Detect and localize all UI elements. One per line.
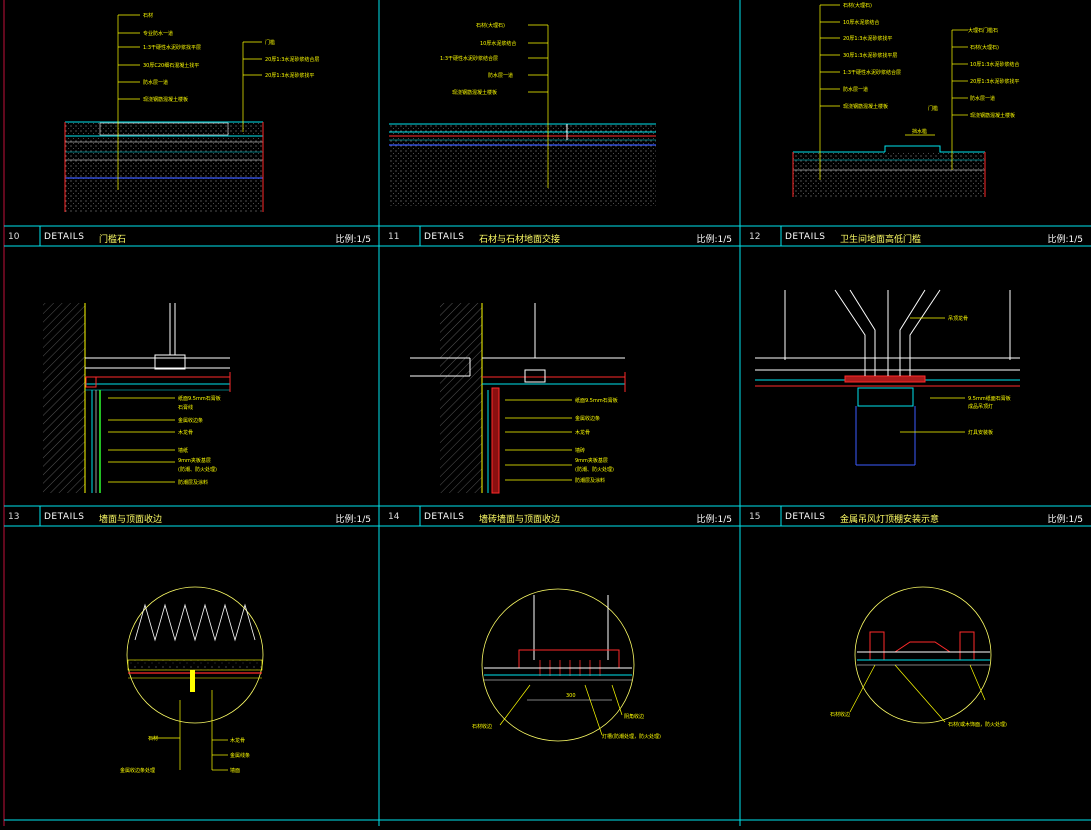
note: 现浇钢筋混凝土楼板 — [843, 103, 888, 110]
circle-detail-14 — [481, 588, 635, 742]
note: 金属线条 — [230, 752, 250, 759]
note: 防潮层及涂料 — [575, 477, 605, 484]
note: 9mm夹板基层 — [178, 457, 211, 464]
note: 金属收边条处理 — [120, 767, 155, 774]
detail-scale: 比例:1/5 — [1047, 235, 1083, 245]
detail-12-section — [792, 4, 986, 197]
note: 墙纸 — [178, 447, 188, 454]
detail-label: DETAILS — [44, 232, 85, 242]
note: 石膏线 — [178, 404, 193, 411]
note: 20厚1:3水泥砂浆找平 — [265, 72, 314, 79]
detail-label: DETAILS — [785, 232, 826, 242]
cad-canvas: 石材 专业防水一道 1:3干硬性水泥砂浆找平层 30厚C20细石混凝土找平 防水… — [3, 0, 1091, 826]
note: 墙面 — [230, 767, 240, 774]
note: 石材(或木饰面，防火处理) — [948, 721, 1007, 728]
note: 木龙骨 — [575, 429, 590, 436]
note: 防水层一道 — [143, 79, 168, 86]
detail-label: DETAILS — [424, 512, 465, 522]
detail-11-section — [389, 24, 656, 206]
note: 防水层一道 — [488, 72, 513, 79]
detail-number: 10 — [8, 232, 20, 242]
note: 灯具安装板 — [968, 429, 993, 436]
detail-name: 门槛石 — [99, 235, 127, 245]
note: 灯槽(防潮处理，防火处理) — [602, 733, 661, 740]
note: 9.5mm纸面石膏板 — [968, 395, 1011, 402]
detail-title-bar-14: 14 DETAILS 墙砖墙面与顶面收边 比例:1/5 — [384, 507, 740, 527]
note: (防潮、防火处理) — [575, 466, 614, 473]
note: 防潮层及涂料 — [178, 479, 208, 486]
dimension-300: 300 — [566, 693, 576, 699]
note: 石材 — [143, 12, 153, 19]
note: 挡水槛 — [912, 128, 927, 135]
detail-number: 14 — [388, 512, 400, 522]
detail-title-bar-11: 11 DETAILS 石材与石材地面交接 比例:1/5 — [384, 227, 740, 247]
note: 木龙骨 — [178, 429, 193, 436]
detail-scale: 比例:1/5 — [335, 515, 371, 525]
note: 10厚水泥浆结合 — [480, 40, 516, 47]
note: 现浇钢筋混凝土楼板 — [143, 96, 188, 103]
detail-label: DETAILS — [424, 232, 465, 242]
note: 20厚1:3水泥砂浆结合层 — [265, 56, 319, 63]
detail-title-bar-13: 13 DETAILS 墙面与顶面收边 比例:1/5 — [4, 507, 379, 527]
note: 1:3干硬性水泥砂浆结合层 — [440, 55, 498, 62]
detail-label: DETAILS — [785, 512, 826, 522]
detail-name: 墙砖墙面与顶面收边 — [479, 515, 561, 525]
note: 石材(大理石) — [970, 44, 999, 51]
detail-number: 12 — [749, 232, 761, 242]
note: 石材(大理石) — [476, 22, 505, 29]
detail-scale: 比例:1/5 — [696, 235, 732, 245]
note: 石材收边 — [472, 723, 492, 730]
note: 现浇钢筋混凝土楼板 — [452, 89, 497, 96]
note: 10厚水泥浆结合 — [843, 19, 879, 26]
detail-name: 金属吊风灯顶棚安装示意 — [840, 515, 940, 525]
note: 石材(大理石) — [843, 2, 872, 9]
detail-label: DETAILS — [44, 512, 85, 522]
note: 防水层一道 — [843, 86, 868, 93]
detail-name: 墙面与顶面收边 — [99, 515, 163, 525]
note: 石材收边 — [830, 711, 850, 718]
detail-title-bar-12: 12 DETAILS 卫生间地面高低门槛 比例:1/5 — [745, 227, 1091, 247]
detail-name: 石材与石材地面交接 — [479, 235, 561, 245]
note: 金属收边条 — [575, 415, 600, 422]
note: 1:3干硬性水泥砂浆找平层 — [143, 44, 201, 51]
detail-number: 11 — [388, 232, 400, 242]
note: 10厚1:3水泥砂浆结合 — [970, 61, 1019, 68]
detail-scale: 比例:1/5 — [335, 235, 371, 245]
note: 石材 — [148, 735, 158, 742]
note: 门槛 — [928, 105, 938, 112]
detail-15-section — [755, 289, 1020, 466]
note: 纸面9.5mm石膏板 — [178, 395, 221, 402]
note: 成品吊顶灯 — [968, 403, 993, 410]
note: 门槛 — [265, 39, 275, 46]
note: 专业防水一道 — [143, 30, 173, 37]
detail-title-bar-10: 10 DETAILS 门槛石 比例:1/5 — [4, 227, 379, 247]
note: 30厚C20细石混凝土找平 — [143, 62, 199, 69]
detail-number: 15 — [749, 512, 761, 522]
note: 9mm夹板基层 — [575, 457, 608, 464]
detail-number: 13 — [8, 512, 20, 522]
circle-detail-15 — [849, 586, 992, 724]
cad-drawing-sheet: 石材 专业防水一道 1:3干硬性水泥砂浆找平层 30厚C20细石混凝土找平 防水… — [0, 0, 1091, 826]
note: 纸面9.5mm石膏板 — [575, 397, 618, 404]
note: 20厚1:3水泥砂浆找平 — [970, 78, 1019, 85]
note: 阴角收边 — [624, 713, 644, 720]
detail-title-bar-15: 15 DETAILS 金属吊风灯顶棚安装示意 比例:1/5 — [745, 507, 1091, 527]
note: (防潮、防火处理) — [178, 466, 217, 473]
note: 金属收边条 — [178, 417, 203, 424]
note: 吊顶龙骨 — [948, 315, 968, 322]
detail-name: 卫生间地面高低门槛 — [840, 235, 922, 245]
detail-scale: 比例:1/5 — [696, 515, 732, 525]
note: 墙砖 — [575, 447, 585, 454]
note: 防水层一道 — [970, 95, 995, 102]
detail-scale: 比例:1/5 — [1047, 515, 1083, 525]
note: 木龙骨 — [230, 737, 245, 744]
note: 1:3干硬性水泥砂浆结合层 — [843, 69, 901, 76]
note: 大理石门槛石 — [968, 27, 998, 34]
note: 20厚1:3水泥砂浆找平 — [843, 35, 892, 42]
note: 30厚1:3水泥砂浆找平层 — [843, 52, 897, 59]
note: 现浇钢筋混凝土楼板 — [970, 112, 1015, 119]
